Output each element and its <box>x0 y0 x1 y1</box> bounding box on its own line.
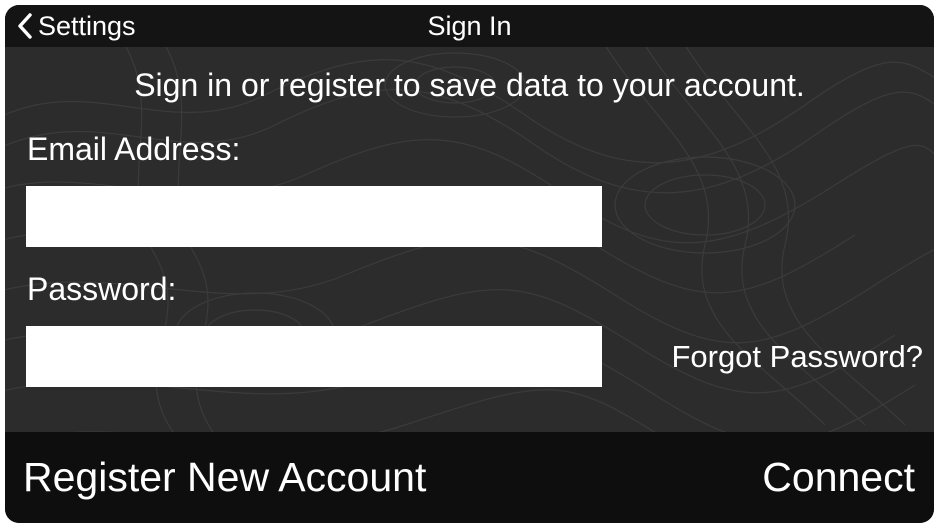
page-title: Sign In <box>427 11 512 41</box>
email-field[interactable] <box>26 186 602 247</box>
navigation-bar: Settings Sign In <box>5 5 934 47</box>
bottom-action-bar: Register New Account Connect <box>5 432 934 523</box>
sign-in-screen: Settings Sign In Sign in or register to … <box>5 5 934 523</box>
register-new-account-button[interactable]: Register New Account <box>23 432 426 523</box>
password-field[interactable] <box>26 326 602 387</box>
intro-text: Sign in or register to save data to your… <box>134 67 805 103</box>
email-label: Email Address: <box>27 131 241 167</box>
forgot-password-link[interactable]: Forgot Password? <box>671 337 923 377</box>
connect-button[interactable]: Connect <box>762 432 915 523</box>
password-label: Password: <box>27 271 177 307</box>
